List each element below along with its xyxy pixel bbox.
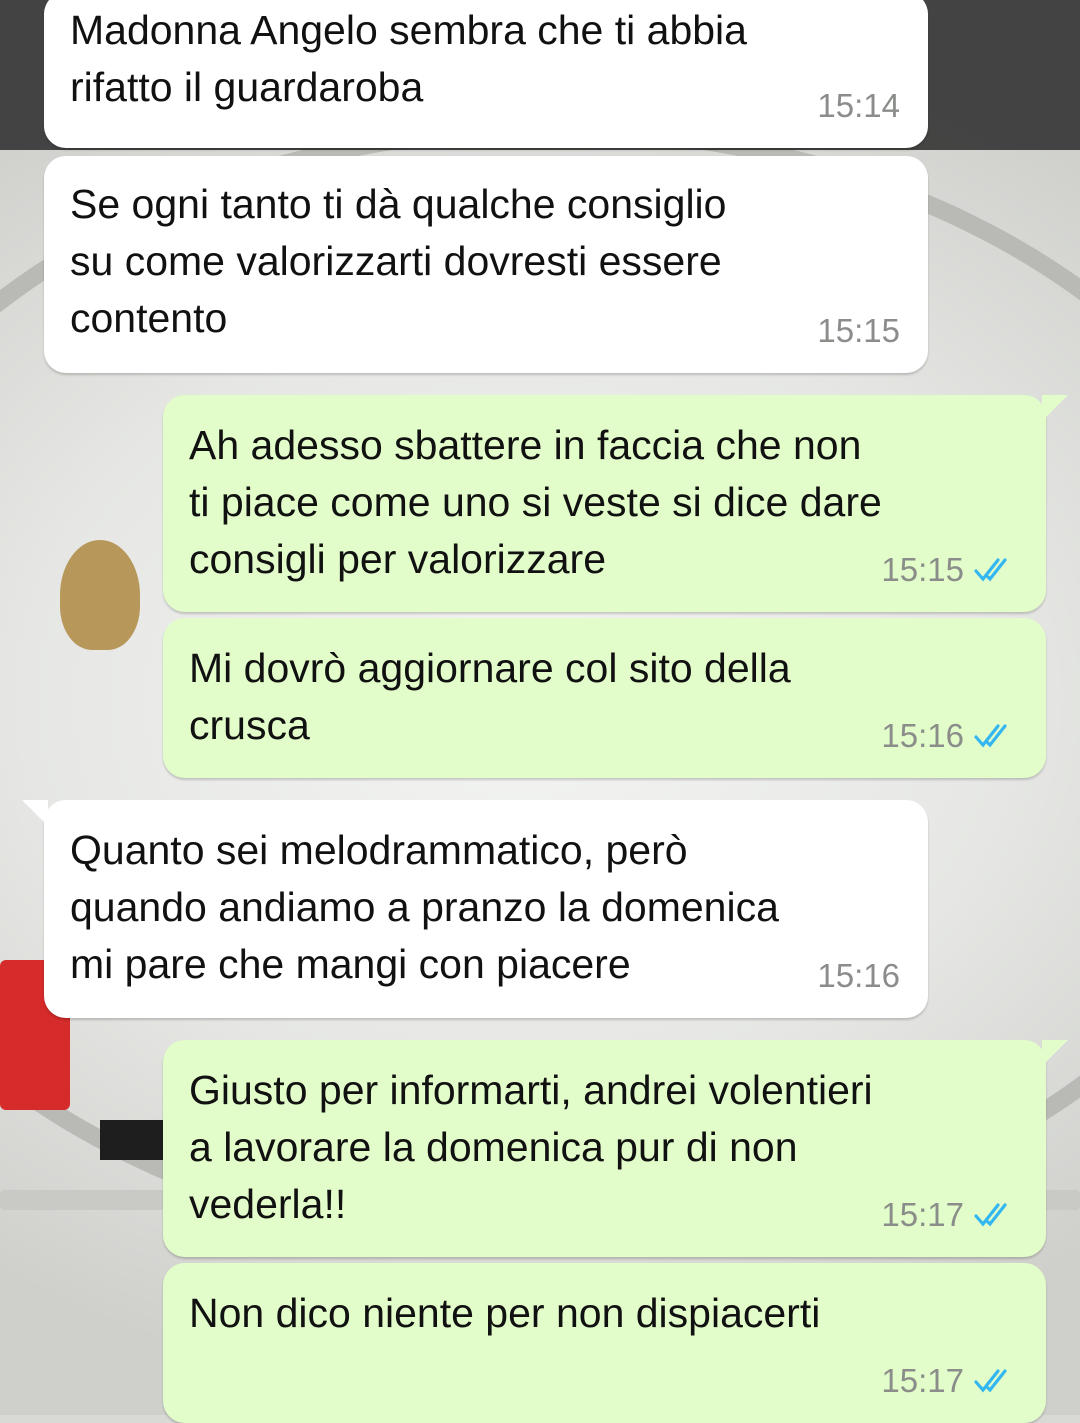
- message-meta: 15:17: [881, 1352, 1018, 1409]
- message-time: 15:15: [881, 551, 964, 588]
- message-bubble-outgoing[interactable]: Non dico niente per non dispiacerti 15:1…: [163, 1263, 1046, 1423]
- double-check-read-icon: [974, 723, 1018, 749]
- message-list[interactable]: Madonna Angelo sembra che ti abbia rifat…: [0, 0, 1080, 1423]
- message-bubble-incoming[interactable]: Se ogni tanto ti dà qualche consiglio su…: [44, 156, 928, 373]
- bubble-tail: [1042, 1040, 1068, 1066]
- message-bubble-outgoing[interactable]: Mi dovrò aggiornare col sito della crusc…: [163, 618, 1046, 778]
- message-time: 15:16: [817, 957, 900, 994]
- bubble-tail: [1042, 395, 1068, 421]
- message-time: 15:15: [817, 312, 900, 349]
- message-meta: 15:16: [817, 947, 900, 1004]
- message-time: 15:17: [881, 1196, 964, 1233]
- message-text: Se ogni tanto ti dà qualche consiglio su…: [70, 181, 727, 341]
- message-text: Non dico niente per non dispiacerti: [189, 1290, 821, 1336]
- message-meta: 15:16: [881, 707, 1018, 764]
- message-bubble-incoming[interactable]: Quanto sei melodrammatico, però quando a…: [22, 800, 928, 1018]
- message-meta: 15:14: [817, 77, 900, 134]
- message-meta: 15:17: [881, 1186, 1018, 1243]
- message-time: 15:16: [881, 717, 964, 754]
- message-meta: 15:15: [881, 541, 1018, 598]
- message-bubble-outgoing[interactable]: Giusto per informarti, andrei volentieri…: [163, 1040, 1068, 1257]
- message-bubble-outgoing[interactable]: Ah adesso sbattere in faccia che non ti …: [163, 395, 1068, 612]
- double-check-read-icon: [974, 557, 1018, 583]
- bubble-tail: [22, 800, 48, 826]
- message-text: Quanto sei melodrammatico, però quando a…: [70, 827, 779, 987]
- message-text: Madonna Angelo sembra che ti abbia rifat…: [70, 7, 747, 110]
- message-meta: 15:15: [817, 302, 900, 359]
- message-bubble-incoming[interactable]: Madonna Angelo sembra che ti abbia rifat…: [44, 0, 928, 148]
- double-check-read-icon: [974, 1202, 1018, 1228]
- double-check-read-icon: [974, 1368, 1018, 1394]
- message-time: 15:14: [817, 87, 900, 124]
- message-time: 15:17: [881, 1362, 964, 1399]
